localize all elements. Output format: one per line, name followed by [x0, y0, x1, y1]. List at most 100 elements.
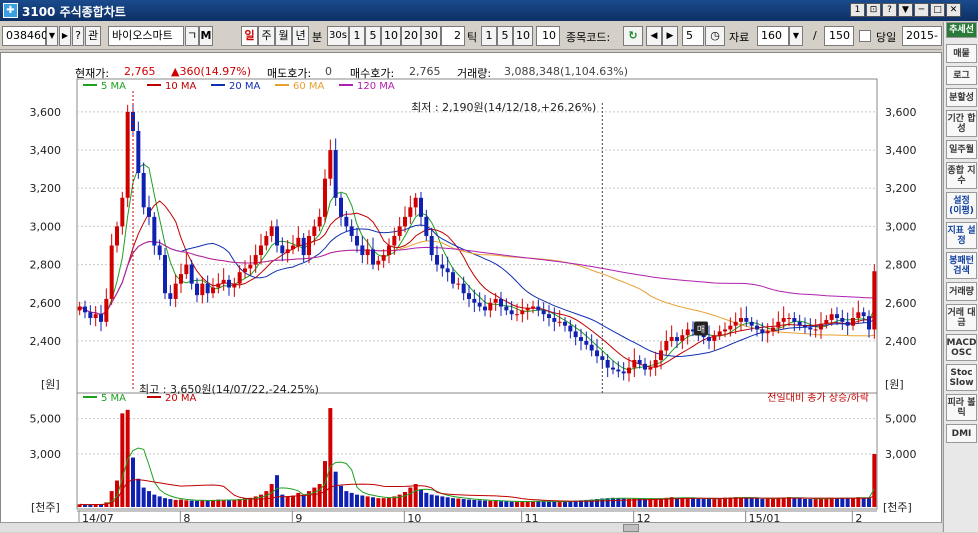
candle-body: [733, 321, 738, 326]
count-input[interactable]: 5: [682, 26, 704, 46]
minimize-button[interactable]: ─: [914, 3, 929, 17]
min-30-button[interactable]: 30: [421, 26, 441, 46]
candle-body: [584, 340, 589, 345]
min-5-button[interactable]: 5: [365, 26, 381, 46]
min-1-button[interactable]: 1: [349, 26, 365, 46]
toolbar: 038460 ▼ ▶ ? 관 바이오스마트 ㄱ M 일 주 월 년 분 30s …: [0, 22, 942, 50]
sidebar-item-8[interactable]: 봉패턴 검색: [946, 252, 977, 279]
scroll-right-button[interactable]: ▶: [662, 26, 678, 46]
sidebar-item-11[interactable]: MACD OSC: [946, 334, 977, 361]
volume-tick-label-left: 5,000: [30, 413, 62, 426]
maximize-button[interactable]: □: [930, 3, 945, 17]
candle-body: [339, 197, 343, 217]
stock-name-field[interactable]: 바이오스마트: [108, 26, 184, 46]
menu-dropdown-button[interactable]: ▼: [898, 3, 913, 17]
volume-bar: [269, 484, 274, 507]
volume-bar: [685, 498, 690, 507]
stock-code-input[interactable]: 038460: [2, 26, 48, 46]
candle-body: [717, 331, 722, 336]
scroll-left-button[interactable]: ◀: [646, 26, 662, 46]
candle-body: [381, 255, 386, 261]
sidebar-item-5[interactable]: 종합 지수: [946, 162, 977, 189]
tick-1-button[interactable]: 1: [481, 26, 497, 46]
minute-input[interactable]: 2: [441, 26, 465, 46]
candle-body: [792, 318, 797, 322]
tick-10-button[interactable]: 10: [513, 26, 533, 46]
candle-body: [296, 237, 301, 246]
sidebar-item-2[interactable]: 분할성: [946, 88, 977, 107]
price-tick-label-left: 2,800: [30, 259, 62, 272]
period-day-button[interactable]: 일: [241, 26, 258, 46]
min-10-button[interactable]: 10: [381, 26, 401, 46]
right-sidebar: 추세선매물로그분할성기간 합성일주월종합 지수설정 (이평) 지표 설정봉패턴 검…: [943, 22, 978, 532]
total-count-field[interactable]: 150: [824, 26, 854, 46]
volume-bar: [125, 409, 130, 507]
horizontal-scrollbar[interactable]: [0, 522, 942, 532]
sidebar-item-0[interactable]: 매물: [946, 44, 977, 63]
candle-body: [803, 325, 807, 328]
search-help-button[interactable]: ?: [72, 26, 84, 46]
sidebar-item-1[interactable]: 로그: [946, 66, 977, 85]
min-30s-button[interactable]: 30s: [327, 26, 349, 46]
sidebar-item-6[interactable]: 설정 (이평): [946, 192, 977, 219]
candle-body: [243, 268, 247, 273]
data-count-dropdown[interactable]: ▼: [789, 26, 803, 46]
volume-bar: [355, 494, 359, 507]
help-button[interactable]: ?: [882, 3, 897, 17]
sidebar-item-14[interactable]: DMI: [946, 424, 977, 443]
screen-number-button[interactable]: 1: [850, 3, 865, 17]
next-stock-button[interactable]: ▶: [59, 26, 71, 46]
volume-bar: [845, 498, 850, 507]
scrollbar-thumb[interactable]: [623, 524, 639, 532]
trendline-button[interactable]: 추세선: [946, 22, 977, 38]
sidebar-item-3[interactable]: 기간 합성: [946, 110, 977, 137]
candle-body: [819, 323, 823, 330]
volume-bar: [824, 498, 829, 507]
volume-bar: [360, 495, 365, 507]
date-field[interactable]: 2015-0: [902, 26, 942, 46]
today-label: 당일: [876, 31, 897, 44]
tick-5-button[interactable]: 5: [497, 26, 513, 46]
candle-body: [333, 150, 338, 198]
candle-body: [605, 360, 610, 368]
volume-bar: [83, 504, 87, 507]
sidebar-item-4[interactable]: 일주월: [946, 140, 977, 159]
min-20-button[interactable]: 20: [401, 26, 421, 46]
period-year-button[interactable]: 년: [292, 26, 309, 46]
stock-chart[interactable]: 3,600 3,600 3,400 3,400 3,200 3,200 3,000 3,000…: [1, 63, 941, 533]
candle-body: [557, 321, 562, 323]
tick-input[interactable]: 10: [536, 26, 560, 46]
volume-bar: [760, 498, 765, 507]
link-icon[interactable]: ⊡: [866, 3, 881, 17]
candle-body: [200, 283, 205, 296]
refresh-icon[interactable]: ↻: [623, 26, 643, 46]
sidebar-item-9[interactable]: 거래량: [946, 282, 977, 301]
candle-body: [163, 255, 167, 294]
candle-body: [376, 260, 381, 265]
candle-body: [515, 314, 519, 316]
sidebar-item-10[interactable]: 거래 대금: [946, 304, 977, 331]
close-button[interactable]: ✕: [946, 3, 961, 17]
candle-body: [573, 331, 578, 338]
price-tick-label-right: 2,800: [885, 259, 917, 272]
period-week-button[interactable]: 주: [258, 26, 275, 46]
sidebar-item-7[interactable]: 지표 설정: [946, 222, 977, 249]
period-month-button[interactable]: 월: [275, 26, 292, 46]
volume-bar: [376, 498, 381, 507]
app-icon: ✚: [3, 3, 18, 18]
volume-bar: [179, 499, 183, 507]
price-legend-label: 120 MA: [357, 81, 395, 92]
clock-icon[interactable]: ◷: [705, 26, 725, 46]
sidebar-item-12[interactable]: Stoc Slow: [946, 364, 977, 391]
related-button[interactable]: 관: [85, 26, 101, 46]
code-dropdown-button[interactable]: ▼: [46, 26, 58, 46]
data-count-select[interactable]: 160: [757, 26, 789, 46]
menu-m-button[interactable]: M: [199, 26, 213, 46]
candle-body: [675, 337, 679, 341]
name-option-button[interactable]: ㄱ: [185, 26, 199, 46]
volume-bar: [109, 491, 114, 507]
sidebar-item-13[interactable]: 피라 볼릭: [946, 394, 977, 421]
today-checkbox[interactable]: [859, 30, 871, 42]
candle-body: [643, 363, 647, 370]
candle-body: [520, 310, 525, 315]
